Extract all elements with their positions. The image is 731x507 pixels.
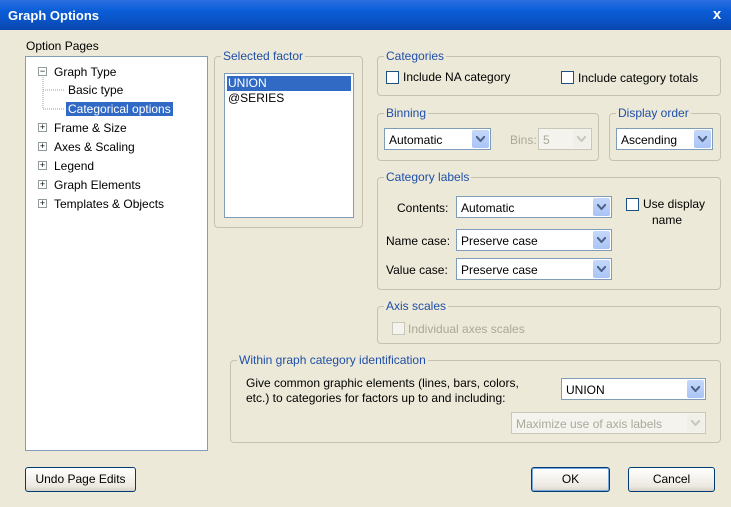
axis-labels-dropdown[interactable]: Maximize use of axis labels (511, 412, 706, 434)
categories-group: Categories Include NA category Include c… (377, 49, 721, 96)
option-pages-tree[interactable]: − Graph Type Basic type Categorical opti… (25, 56, 208, 451)
selected-factor-title: Selected factor (221, 49, 306, 63)
dropdown-value: Automatic (389, 133, 443, 147)
contents-dropdown[interactable]: Automatic (456, 196, 612, 218)
expand-icon[interactable]: + (38, 142, 47, 151)
title-bar[interactable]: Graph Options x (0, 0, 731, 30)
graph-options-dialog: Graph Options x Option Pages − Graph Typ… (0, 0, 731, 507)
chevron-down-icon[interactable] (593, 198, 610, 216)
display-order-title: Display order (616, 106, 691, 120)
expand-icon[interactable]: + (38, 123, 47, 132)
bins-label: Bins: (510, 133, 537, 147)
include-na-label: Include NA category (403, 70, 511, 84)
dropdown-value: UNION (566, 383, 605, 397)
tree-item-label: Axes & Scaling (54, 140, 135, 154)
list-item-label: UNION (228, 76, 267, 90)
tree-item-label: Graph Elements (54, 178, 141, 192)
collapse-icon[interactable]: − (38, 67, 47, 76)
value-case-dropdown[interactable]: Preserve case (456, 258, 612, 280)
display-order-group: Display order Ascending (609, 106, 721, 161)
chevron-down-icon[interactable] (687, 414, 704, 432)
expand-icon[interactable]: + (38, 199, 47, 208)
chevron-down-icon[interactable] (593, 231, 610, 249)
chevron-down-icon[interactable] (573, 130, 590, 148)
option-pages-label: Option Pages (26, 39, 99, 53)
display-order-dropdown[interactable]: Ascending (616, 128, 713, 150)
category-labels-group: Category labels Contents: Automatic Name… (377, 170, 721, 290)
include-totals-label: Include category totals (578, 71, 699, 85)
close-icon[interactable]: x (709, 7, 725, 23)
binning-group: Binning Automatic Bins: 5 (377, 106, 599, 161)
chevron-down-icon[interactable] (694, 130, 711, 148)
within-graph-description-line1: Give common graphic elements (lines, bar… (246, 376, 519, 390)
within-graph-title: Within graph category identification (237, 353, 428, 367)
list-item-label: @SERIES (228, 91, 285, 105)
axis-scales-group: Axis scales Individual axes scales (377, 299, 721, 344)
individual-axes-label: Individual axes scales (408, 322, 525, 336)
chevron-down-icon[interactable] (687, 380, 704, 398)
chevron-down-icon[interactable] (593, 260, 610, 278)
tree-item-label: Legend (54, 159, 95, 173)
individual-axes-checkbox[interactable] (392, 322, 405, 335)
cancel-button[interactable]: Cancel (628, 467, 715, 492)
bins-dropdown[interactable]: 5 (538, 128, 592, 150)
factor-level-dropdown[interactable]: UNION (561, 378, 706, 400)
list-item-series[interactable]: @SERIES (227, 91, 351, 106)
use-display-name-label: Use display (643, 197, 706, 211)
tree-item-label: Basic type (68, 83, 124, 97)
tree-item-label: Templates & Objects (54, 197, 165, 211)
tree-item-categorical-options[interactable]: Categorical options (66, 100, 173, 118)
within-graph-description-line2: etc.) to categories for factors up to an… (246, 391, 506, 405)
use-display-name-checkbox[interactable] (626, 198, 639, 211)
use-display-name-label-line2: name (652, 213, 683, 227)
dialog-title: Graph Options (8, 8, 99, 23)
binning-title: Binning (384, 106, 429, 120)
contents-label: Contents: (397, 201, 449, 215)
ok-button[interactable]: OK (531, 467, 610, 492)
dropdown-value: Automatic (461, 201, 515, 215)
name-case-label: Name case: (386, 234, 451, 248)
include-totals-checkbox[interactable] (561, 71, 574, 84)
dropdown-value: Ascending (621, 133, 678, 147)
within-graph-group: Within graph category identification Giv… (230, 353, 721, 443)
expand-icon[interactable]: + (38, 161, 47, 170)
dropdown-value: Preserve case (461, 234, 538, 248)
dropdown-value: Maximize use of axis labels (516, 417, 663, 431)
chevron-down-icon[interactable] (472, 130, 489, 148)
undo-page-edits-button[interactable]: Undo Page Edits (25, 467, 136, 492)
axis-scales-title: Axis scales (384, 299, 449, 313)
categories-title: Categories (384, 49, 447, 63)
include-na-checkbox[interactable] (386, 71, 399, 84)
selected-factor-list[interactable]: UNION @SERIES (224, 73, 354, 218)
name-case-dropdown[interactable]: Preserve case (456, 229, 612, 251)
list-item-union[interactable]: UNION (227, 76, 351, 91)
category-labels-title: Category labels (384, 170, 472, 184)
selected-factor-group: Selected factor UNION @SERIES (214, 49, 363, 228)
binning-mode-dropdown[interactable]: Automatic (384, 128, 491, 150)
expand-icon[interactable]: + (38, 180, 47, 189)
tree-item-label: Frame & Size (54, 121, 127, 135)
tree-item-basic-type[interactable]: Basic type (66, 81, 123, 99)
value-case-label: Value case: (386, 263, 448, 277)
tree-item-label: Categorical options (66, 102, 173, 116)
dropdown-value: 5 (543, 133, 550, 147)
tree-item-label: Graph Type (54, 65, 117, 79)
dropdown-value: Preserve case (461, 263, 538, 277)
